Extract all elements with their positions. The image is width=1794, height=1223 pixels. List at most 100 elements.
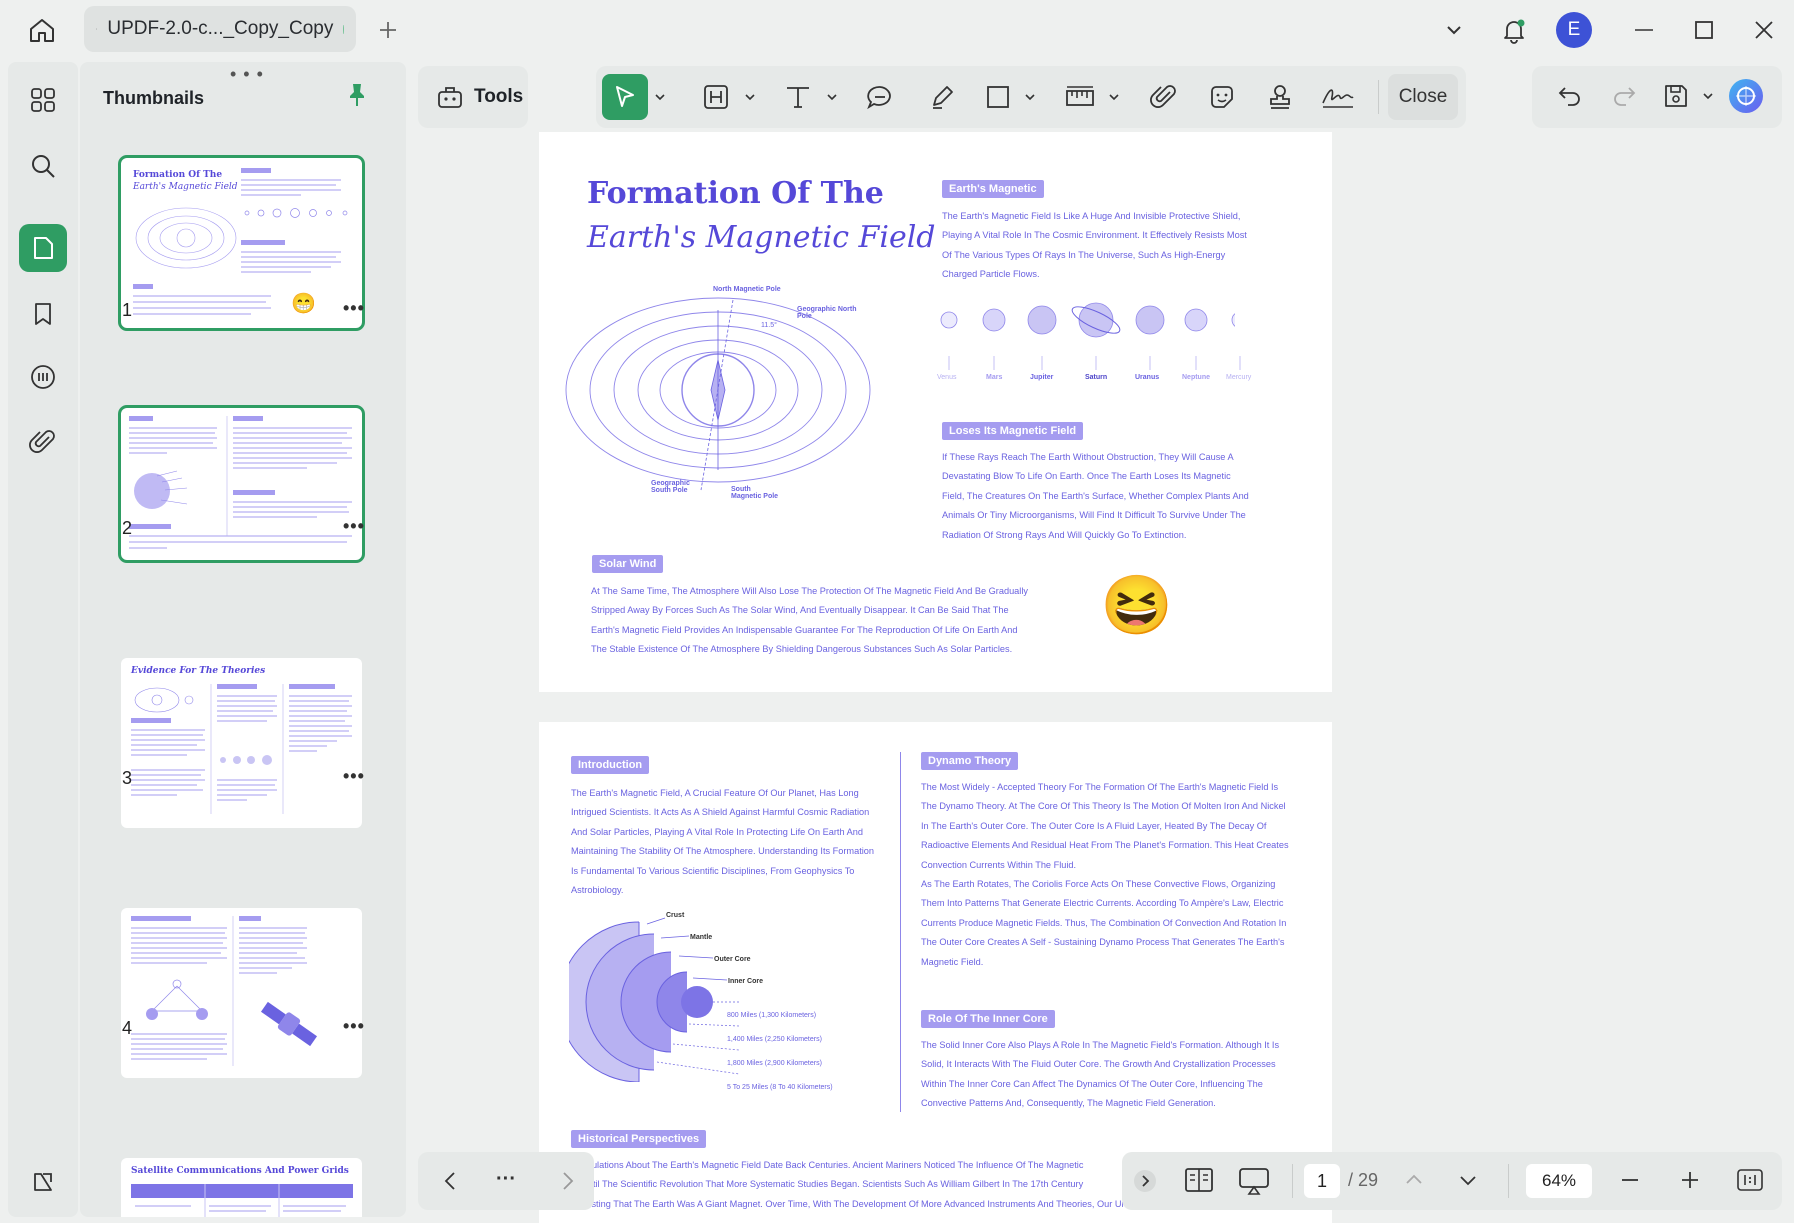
notifications-button[interactable] <box>1498 14 1530 46</box>
section-tag-dynamo-theory: Dynamo Theory <box>921 752 1019 770</box>
plus-icon <box>1682 1172 1698 1188</box>
save-dropdown[interactable] <box>1702 90 1714 102</box>
page-layout-button[interactable] <box>1184 1166 1214 1194</box>
zoom-level-input[interactable]: 64% <box>1526 1164 1592 1198</box>
thumbnail-1-more-button[interactable]: ••• <box>343 298 365 319</box>
section-tag-introduction: Introduction <box>571 756 650 774</box>
sticker-tool-button[interactable] <box>1200 74 1244 120</box>
redo-button[interactable] <box>1610 82 1638 110</box>
pencil-tool-button[interactable] <box>920 74 964 120</box>
paperclip-icon <box>1150 85 1176 108</box>
geographic-north-pole-label: Geographic North Pole <box>797 306 857 320</box>
tools-button[interactable]: Tools <box>418 66 528 128</box>
laughing-emoji-image[interactable]: 😆 <box>1096 570 1178 642</box>
zoom-in-button[interactable] <box>1678 1168 1702 1192</box>
section-tag-earths-magnetic: Earth's Magnetic <box>942 180 1044 198</box>
select-tool-button[interactable] <box>602 74 648 120</box>
text-line: As The Earth Rotates, The Coriolis Force… <box>921 879 1276 890</box>
thumbnail-page-3[interactable]: Evidence For The Theories <box>121 658 362 828</box>
thumbnail-4-more-button[interactable]: ••• <box>343 1016 365 1037</box>
avatar[interactable]: E <box>1556 12 1592 48</box>
thumbnail-2-more-button[interactable]: ••• <box>343 516 365 537</box>
shape-tool-dropdown[interactable] <box>1020 74 1040 120</box>
home-button[interactable] <box>20 10 64 50</box>
text-tool-dropdown[interactable] <box>822 74 842 120</box>
loses-field-paragraph: If These Rays Reach The Earth Without Ob… <box>942 448 1282 545</box>
expand-status-bar-button[interactable] <box>1132 1168 1158 1194</box>
maximize-icon <box>1695 21 1713 39</box>
sidebar-settings-button[interactable] <box>19 1158 67 1206</box>
thumbnail-page-4[interactable] <box>121 908 362 1078</box>
panel-resize-grip[interactable]: • • • <box>230 64 264 85</box>
close-window-button[interactable] <box>1748 14 1780 46</box>
minimize-icon <box>1635 29 1653 31</box>
text-line: The Most Widely - Accepted Theory For Th… <box>921 782 1279 792</box>
next-page-button[interactable] <box>554 1168 580 1194</box>
current-page-input[interactable]: 1 <box>1304 1164 1340 1198</box>
thumbnail-4-number: 4 <box>122 1018 133 1038</box>
tab-list-button[interactable] <box>1438 14 1470 46</box>
shape-tool-button[interactable] <box>976 74 1020 120</box>
left-rail <box>8 62 78 1217</box>
annotation-toolbar: Close <box>596 66 1466 128</box>
thumbnail-page-2[interactable] <box>118 405 365 563</box>
thumbnails-button[interactable] <box>19 224 67 272</box>
thumb-1-solar-text <box>133 284 271 315</box>
text-line: Radioactive Elements And Residual Heat F… <box>921 840 1289 851</box>
page-title-line-2: Earth's Magnetic Field <box>587 220 936 255</box>
new-tab-button[interactable] <box>374 16 402 44</box>
sticker-icon <box>1211 86 1233 108</box>
next-page-arrow-button[interactable] <box>1456 1168 1480 1192</box>
stamp-tool-button[interactable] <box>1258 74 1302 120</box>
depth-label: 1,800 Miles (2,900 Kilometers) <box>727 1060 822 1067</box>
close-toolbar-button[interactable]: Close <box>1388 74 1458 120</box>
previous-page-button[interactable] <box>438 1168 464 1194</box>
bell-icon <box>1504 19 1525 44</box>
zoom-out-button[interactable] <box>1618 1168 1642 1192</box>
text-line: Magnetic Field. <box>921 956 984 967</box>
search-button[interactable] <box>19 142 67 190</box>
more-navigation-button[interactable]: ··· <box>496 1168 516 1191</box>
attachments-button[interactable] <box>19 418 67 466</box>
saved-status-dot <box>343 24 344 34</box>
save-button[interactable] <box>1662 82 1690 110</box>
presentation-mode-button[interactable] <box>1238 1166 1270 1196</box>
toolbar-divider <box>1378 80 1379 114</box>
text-line: Currents Produce Magnetic Fields. Thus, … <box>921 917 1287 928</box>
comment-tool-button[interactable] <box>858 74 902 120</box>
bookmark-icon <box>35 303 51 325</box>
previous-page-arrow-button[interactable] <box>1402 1168 1426 1192</box>
status-divider <box>1292 1164 1293 1198</box>
undo-button[interactable] <box>1556 82 1584 110</box>
highlight-tool-dropdown[interactable] <box>740 74 760 120</box>
minimize-button[interactable] <box>1628 14 1660 46</box>
planet-label: Venus <box>937 374 957 381</box>
measure-tool-button[interactable] <box>1058 74 1102 120</box>
signature-tool-button[interactable] <box>1316 74 1360 120</box>
pin-panel-button[interactable] <box>346 82 368 108</box>
status-bar: 1 / 29 64% <box>1122 1152 1782 1210</box>
bookmarks-button[interactable] <box>19 290 67 338</box>
signature-icon <box>1322 89 1354 108</box>
attach-file-tool-button[interactable] <box>1142 74 1186 120</box>
comments-button[interactable] <box>19 354 67 402</box>
dynamo-theory-paragraph: The Most Widely - Accepted Theory For Th… <box>921 778 1321 972</box>
status-divider <box>1508 1164 1509 1198</box>
chevron-left-icon <box>444 1172 455 1190</box>
thumbnail-3-more-button[interactable]: ••• <box>343 766 365 787</box>
thumbnail-page-1[interactable]: Formation Of The Earth's Magnetic Field … <box>118 155 365 331</box>
text-tool-button[interactable] <box>776 74 820 120</box>
highlight-tool-button[interactable] <box>694 74 738 120</box>
highlight-icon <box>704 85 728 109</box>
measure-tool-dropdown[interactable] <box>1104 74 1124 120</box>
text-line: Stripped Away By Forces Such As The Sola… <box>591 605 1009 616</box>
maximize-button[interactable] <box>1688 14 1720 46</box>
document-tab[interactable]: UPDF-2.0-c..._Copy_Copy <box>84 6 356 52</box>
organize-pages-button[interactable] <box>19 76 67 124</box>
text-line: If These Rays Reach The Earth Without Ob… <box>942 452 1234 462</box>
thumbnail-page-5[interactable]: Satellite Communications And Power Grids <box>121 1158 362 1217</box>
actual-size-button[interactable] <box>1736 1168 1764 1192</box>
chevron-up-icon <box>1406 1174 1422 1184</box>
select-tool-dropdown[interactable] <box>650 74 670 120</box>
ai-assistant-button[interactable] <box>1728 78 1764 114</box>
